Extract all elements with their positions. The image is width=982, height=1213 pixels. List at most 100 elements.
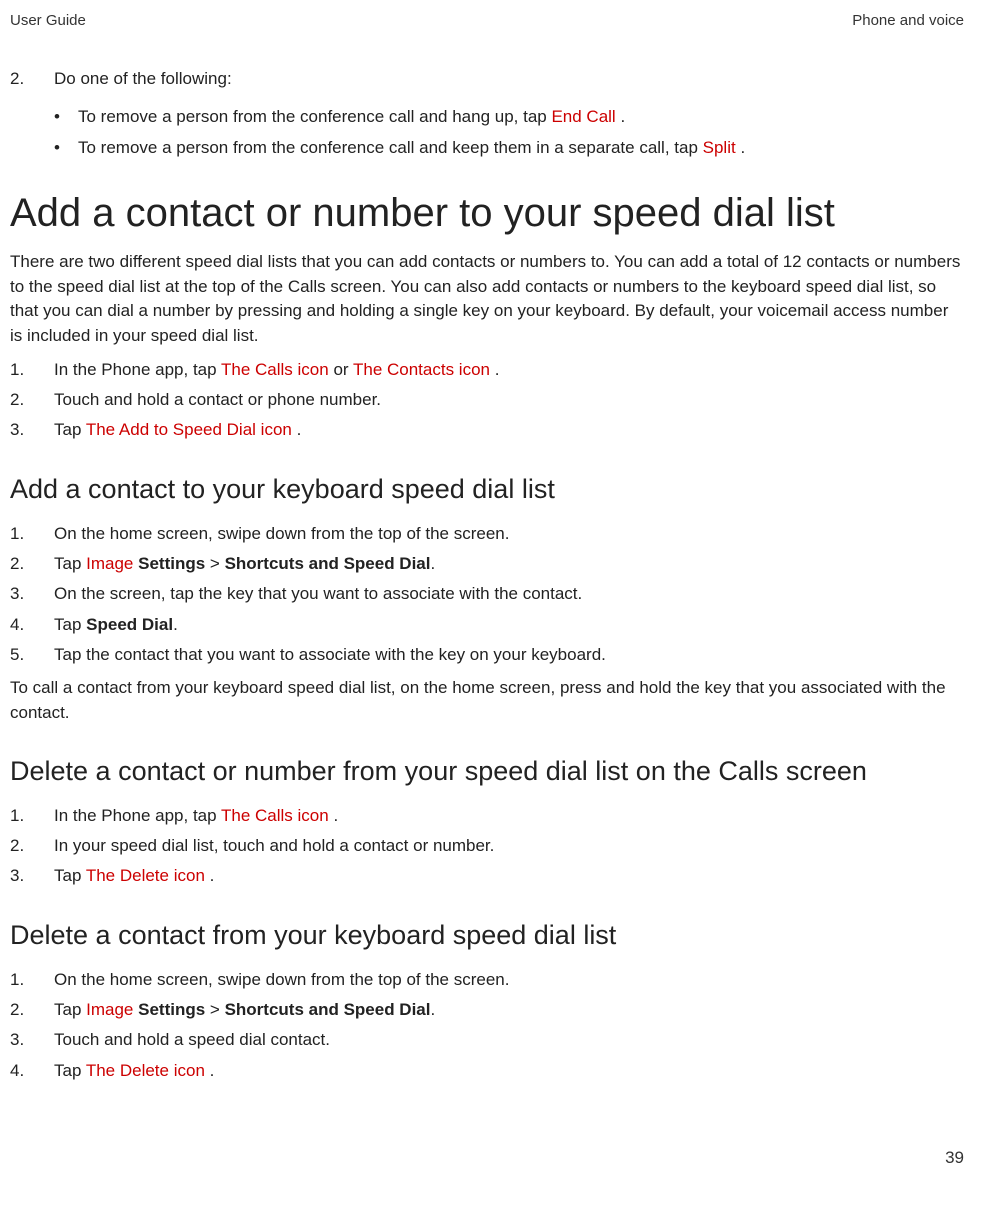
list-text: Tap (54, 420, 86, 439)
list-item: • To remove a person from the conference… (54, 135, 964, 161)
list-number: 1. (10, 967, 54, 993)
list-number: 1. (10, 521, 54, 547)
list-text: . (431, 1000, 436, 1019)
sec3-steps: 1. In the Phone app, tap The Calls icon … (10, 803, 964, 890)
list-item: 3. Tap The Add to Speed Dial icon . (10, 417, 964, 443)
sec2-steps: 1. On the home screen, swipe down from t… (10, 521, 964, 669)
heading-add-keyboard-speed-dial: Add a contact to your keyboard speed dia… (10, 474, 964, 505)
settings-label: Settings (138, 1000, 205, 1019)
paragraph: There are two different speed dial lists… (10, 250, 964, 349)
list-body: Tap Image Settings > Shortcuts and Speed… (54, 551, 964, 577)
list-text: Touch and hold a speed dial contact. (54, 1027, 964, 1053)
list-item: 3. Touch and hold a speed dial contact. (10, 1027, 964, 1053)
list-body: Tap The Add to Speed Dial icon . (54, 417, 964, 443)
list-text: . (431, 554, 436, 573)
heading-delete-keyboard-speed-dial: Delete a contact from your keyboard spee… (10, 920, 964, 951)
image-placeholder-link[interactable]: Image (86, 554, 133, 573)
list-text: . (173, 615, 178, 634)
list-number: 3. (10, 1027, 54, 1053)
list-text: . (205, 1061, 214, 1080)
list-item: 2. In your speed dial list, touch and ho… (10, 833, 964, 859)
calls-icon-link[interactable]: The Calls icon (221, 360, 329, 379)
bullet-icon: • (54, 135, 78, 161)
bullet-text: . (736, 138, 745, 157)
list-text: . (490, 360, 499, 379)
shortcuts-label: Shortcuts and Speed Dial (225, 554, 431, 573)
list-number: 4. (10, 612, 54, 638)
delete-icon-link[interactable]: The Delete icon (86, 866, 205, 885)
calls-icon-link[interactable]: The Calls icon (221, 806, 329, 825)
delete-icon-link[interactable]: The Delete icon (86, 1061, 205, 1080)
list-text: Tap (54, 1061, 86, 1080)
list-number: 5. (10, 642, 54, 668)
page-container: User Guide Phone and voice 2. Do one of … (0, 0, 982, 1180)
list-body: Tap Image Settings > Shortcuts and Speed… (54, 997, 964, 1023)
list-text: Tap (54, 615, 86, 634)
header-right: Phone and voice (852, 12, 964, 29)
list-item: 3. Tap The Delete icon . (10, 863, 964, 889)
bullet-body: To remove a person from the conference c… (78, 104, 964, 130)
list-item: 1. In the Phone app, tap The Calls icon … (10, 803, 964, 829)
sec4-steps: 1. On the home screen, swipe down from t… (10, 967, 964, 1084)
list-text: In the Phone app, tap (54, 360, 221, 379)
list-item: 1. On the home screen, swipe down from t… (10, 521, 964, 547)
image-placeholder-link[interactable]: Image (86, 1000, 133, 1019)
list-number: 2. (10, 833, 54, 859)
list-item: 2. Tap Image Settings > Shortcuts and Sp… (10, 997, 964, 1023)
list-item: 2. Touch and hold a contact or phone num… (10, 387, 964, 413)
list-body: In the Phone app, tap The Calls icon or … (54, 357, 964, 383)
add-to-speed-dial-icon-link[interactable]: The Add to Speed Dial icon (86, 420, 292, 439)
list-text: > (205, 554, 224, 573)
list-text: Tap (54, 1000, 86, 1019)
list-text: . (329, 806, 338, 825)
paragraph: To call a contact from your keyboard spe… (10, 676, 964, 725)
sec1-steps: 1. In the Phone app, tap The Calls icon … (10, 357, 964, 444)
list-text: Tap (54, 554, 86, 573)
shortcuts-label: Shortcuts and Speed Dial (225, 1000, 431, 1019)
list-number: 4. (10, 1058, 54, 1084)
list-text: On the screen, tap the key that you want… (54, 581, 964, 607)
list-text: Do one of the following: (54, 69, 232, 88)
list-text: In the Phone app, tap (54, 806, 221, 825)
list-number: 2. (10, 997, 54, 1023)
list-text: On the home screen, swipe down from the … (54, 521, 964, 547)
split-link[interactable]: Split (703, 138, 736, 157)
list-body: Tap Speed Dial. (54, 612, 964, 638)
end-call-link[interactable]: End Call (551, 107, 615, 126)
list-number: 1. (10, 803, 54, 829)
bullet-body: To remove a person from the conference c… (78, 135, 964, 161)
list-text: . (205, 866, 214, 885)
list-item: 3. On the screen, tap the key that you w… (10, 581, 964, 607)
intro-list: 2. Do one of the following: • To remove … (10, 66, 964, 165)
content: 2. Do one of the following: • To remove … (10, 12, 964, 1084)
list-number: 3. (10, 581, 54, 607)
speed-dial-label: Speed Dial (86, 615, 173, 634)
list-body: In the Phone app, tap The Calls icon . (54, 803, 964, 829)
list-body: Do one of the following: • To remove a p… (54, 66, 964, 165)
bullet-list: • To remove a person from the conference… (54, 104, 964, 161)
heading-add-speed-dial: Add a contact or number to your speed di… (10, 191, 964, 236)
list-number: 3. (10, 863, 54, 889)
settings-label: Settings (138, 554, 205, 573)
list-text: . (292, 420, 301, 439)
list-text: Tap (54, 866, 86, 885)
list-item: 4. Tap Speed Dial. (10, 612, 964, 638)
list-item: 2. Do one of the following: • To remove … (10, 66, 964, 165)
list-number: 2. (10, 551, 54, 577)
page-number: 39 (945, 1148, 964, 1168)
list-text: Touch and hold a contact or phone number… (54, 387, 964, 413)
contacts-icon-link[interactable]: The Contacts icon (353, 360, 490, 379)
list-body: Tap The Delete icon . (54, 863, 964, 889)
list-text: or (329, 360, 353, 379)
list-item: • To remove a person from the conference… (54, 104, 964, 130)
list-item: 4. Tap The Delete icon . (10, 1058, 964, 1084)
bullet-icon: • (54, 104, 78, 130)
list-item: 5. Tap the contact that you want to asso… (10, 642, 964, 668)
heading-delete-speed-dial: Delete a contact or number from your spe… (10, 756, 964, 787)
list-body: Tap The Delete icon . (54, 1058, 964, 1084)
list-number: 2. (10, 66, 54, 165)
list-item: 2. Tap Image Settings > Shortcuts and Sp… (10, 551, 964, 577)
list-number: 2. (10, 387, 54, 413)
list-number: 3. (10, 417, 54, 443)
list-text: > (205, 1000, 224, 1019)
